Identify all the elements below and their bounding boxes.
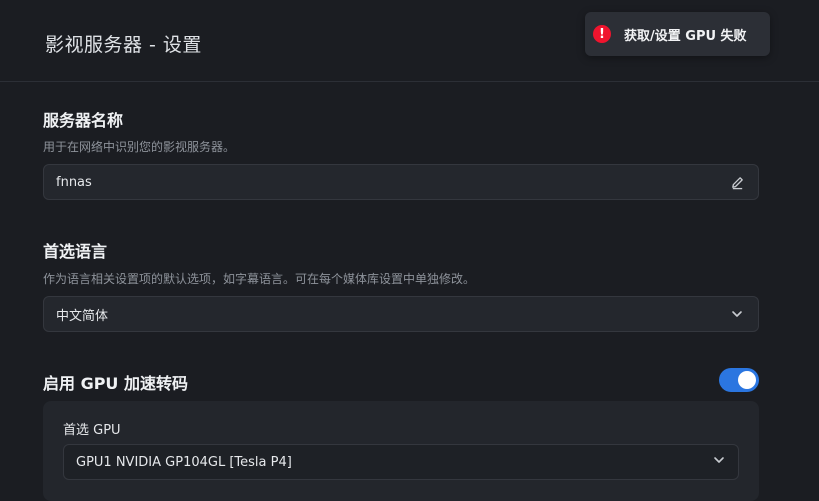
chevron-down-icon xyxy=(712,453,726,471)
preferred-gpu-select[interactable]: GPU1 NVIDIA GP104GL [Tesla P4] xyxy=(63,444,739,480)
error-toast: ! 获取/设置 GPU 失败 xyxy=(585,12,770,56)
toast-message: 获取/设置 GPU 失败 xyxy=(624,28,747,44)
gpu-settings-panel: 首选 GPU GPU1 NVIDIA GP104GL [Tesla P4] xyxy=(43,401,759,501)
edit-icon[interactable] xyxy=(728,173,746,191)
server-name-input[interactable]: fnnas xyxy=(43,164,759,200)
language-title: 首选语言 xyxy=(43,242,108,261)
gpu-transcode-title: 启用 GPU 加速转码 xyxy=(43,374,188,393)
preferred-gpu-label: 首选 GPU xyxy=(63,423,121,438)
language-select[interactable]: 中文简体 xyxy=(43,296,759,332)
toggle-knob xyxy=(738,371,756,389)
language-description: 作为语言相关设置项的默认选项，如字幕语言。可在每个媒体库设置中单独修改。 xyxy=(43,272,476,286)
language-selected: 中文简体 xyxy=(56,308,109,324)
error-icon: ! xyxy=(593,25,611,43)
gpu-transcode-toggle[interactable] xyxy=(719,368,759,392)
server-name-description: 用于在网络中识别您的影视服务器。 xyxy=(43,140,236,154)
server-name-value: fnnas xyxy=(56,174,92,190)
page-title: 影视服务器 - 设置 xyxy=(45,34,202,56)
server-name-title: 服务器名称 xyxy=(43,111,124,130)
chevron-down-icon xyxy=(728,305,746,323)
preferred-gpu-value: GPU1 NVIDIA GP104GL [Tesla P4] xyxy=(76,454,292,470)
